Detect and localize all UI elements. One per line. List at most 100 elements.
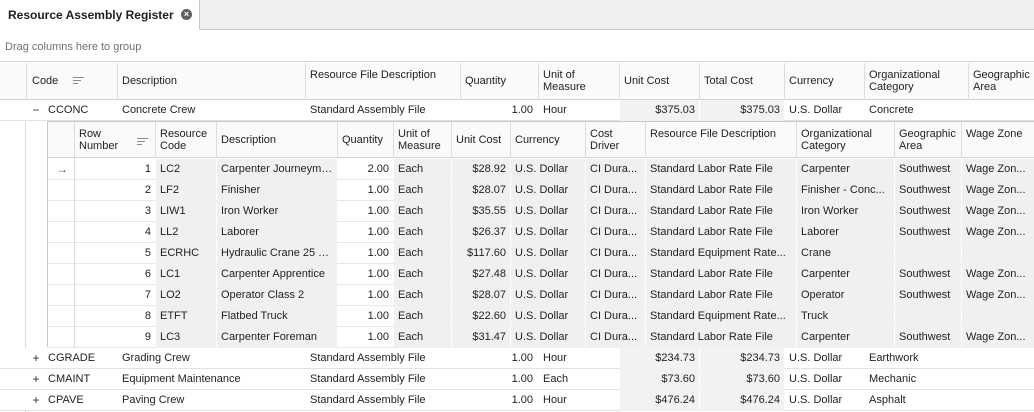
col-header-description[interactable]: Description	[217, 134, 337, 146]
tab-resource-assembly-register[interactable]: Resource Assembly Register ×	[0, 0, 200, 30]
col-header-code[interactable]: Code	[28, 75, 116, 87]
cell-quantity: 1.00	[367, 331, 389, 343]
col-header-geographic-area[interactable]: Geographic Area	[969, 69, 1034, 93]
table-row[interactable]: − CCONC Concrete Crew Standard Assembly …	[0, 100, 1034, 121]
cell-row-number: 9	[144, 331, 151, 343]
cell-geo	[969, 348, 1034, 369]
cell-resource-code: ETFT	[156, 306, 216, 327]
col-header-unit-cost[interactable]: Unit Cost	[452, 134, 510, 146]
cell-file: Standard Labor Rate File	[646, 159, 796, 180]
col-header-organizational-category[interactable]: Organizational Category	[865, 69, 965, 93]
cell-quantity: 1.00	[367, 205, 389, 217]
cell-wage-zone: Wage Zon...	[962, 159, 1034, 180]
col-header-currency[interactable]: Currency	[785, 75, 863, 87]
detail-grid-header: Row Number Resource Code Description Qua…	[48, 122, 1034, 158]
cell-unit-cost: $375.03	[620, 100, 699, 121]
cell-cost-driver: CI Dura...	[586, 285, 645, 306]
table-row[interactable]: 4 LL2 Laborer 1.00 Each $26.37 U.S. Doll…	[48, 222, 1034, 243]
cell-geo: Southwest	[895, 327, 961, 348]
cell-org: Crane	[797, 243, 894, 264]
cell-row-number: 8	[144, 310, 151, 322]
cell-quantity: 1.00	[367, 268, 389, 280]
col-header-quantity[interactable]: Quantity	[338, 134, 393, 146]
cell-wage-zone: Wage Zon...	[962, 285, 1034, 306]
expand-icon[interactable]: +	[30, 390, 42, 411]
cell-file: Standard Equipment Rate...	[646, 243, 796, 264]
col-header-total-cost[interactable]: Total Cost	[700, 75, 782, 87]
cell-row-number: 6	[144, 268, 151, 280]
cell-uom: Hour	[543, 352, 567, 364]
cell-description: Hydraulic Crane 25 Ton	[217, 243, 337, 264]
cell-row-number: 2	[144, 184, 151, 196]
table-row[interactable]: 7 LO2 Operator Class 2 1.00 Each $28.07 …	[48, 285, 1034, 306]
cell-unit-cost: $31.47	[452, 327, 510, 348]
expand-icon[interactable]: +	[30, 369, 42, 390]
col-header-description[interactable]: Description	[118, 75, 304, 87]
col-header-organizational-category[interactable]: Organizational Category	[797, 128, 895, 152]
cell-currency: U.S. Dollar	[511, 201, 585, 222]
col-header-quantity[interactable]: Quantity	[461, 75, 537, 87]
cell-currency: U.S. Dollar	[511, 243, 585, 264]
cell-org: Carpenter	[797, 159, 894, 180]
table-row[interactable]: → 1 LC2 Carpenter Journeyman 2.00 Each $…	[48, 159, 1034, 180]
cell-quantity: 1.00	[367, 289, 389, 301]
expand-icon[interactable]: +	[30, 348, 42, 369]
cell-wage-zone	[962, 306, 1034, 327]
collapse-icon[interactable]: −	[30, 100, 42, 121]
sort-icon[interactable]	[73, 77, 84, 86]
col-header-unit-cost[interactable]: Unit Cost	[620, 75, 698, 87]
table-row[interactable]: 8 ETFT Flatbed Truck 1.00 Each $22.60 U.…	[48, 306, 1034, 327]
cell-description: Iron Worker	[217, 201, 337, 222]
cell-description: Concrete Crew	[122, 104, 196, 116]
col-header-resource-file-description[interactable]: Resource File Description	[646, 128, 796, 140]
cell-currency: U.S. Dollar	[511, 222, 585, 243]
group-panel-hint: Drag columns here to group	[5, 41, 142, 53]
cell-unit-cost: $234.73	[620, 348, 699, 369]
cell-unit-cost: $28.07	[452, 285, 510, 306]
col-header-resource-code[interactable]: Resource Code	[156, 128, 216, 152]
table-row[interactable]: 3 LIW1 Iron Worker 1.00 Each $35.55 U.S.…	[48, 201, 1034, 222]
cell-resource-code: LL2	[156, 222, 216, 243]
col-header-resource-file-description[interactable]: Resource File Description	[306, 69, 456, 81]
cell-code: CCONC	[48, 104, 89, 116]
col-header-geographic-area[interactable]: Geographic Area	[895, 128, 961, 152]
cell-geo: Southwest	[895, 222, 961, 243]
table-row[interactable]: 2 LF2 Finisher 1.00 Each $28.07 U.S. Dol…	[48, 180, 1034, 201]
cell-currency: U.S. Dollar	[511, 306, 585, 327]
col-header-cost-driver[interactable]: Cost Driver	[586, 128, 644, 152]
cell-file: Standard Equipment Rate...	[646, 306, 796, 327]
col-header-row-number[interactable]: Row Number	[75, 128, 129, 152]
table-row[interactable]: + CMAINT Equipment Maintenance Standard …	[0, 369, 1034, 390]
col-header-unit-of-measure[interactable]: Unit of Measure	[394, 128, 450, 152]
close-icon[interactable]: ×	[181, 9, 192, 20]
cell-org: Laborer	[797, 222, 894, 243]
cell-uom: Each	[394, 243, 451, 264]
cell-wage-zone	[962, 243, 1034, 264]
cell-total-cost: $375.03	[700, 100, 784, 121]
cell-quantity: 1.00	[367, 247, 389, 259]
table-row[interactable]: + CPAVE Paving Crew Standard Assembly Fi…	[0, 390, 1034, 411]
col-header-unit-of-measure[interactable]: Unit of Measure	[539, 69, 599, 93]
cell-uom: Each	[394, 201, 451, 222]
table-row[interactable]: 6 LC1 Carpenter Apprentice 1.00 Each $27…	[48, 264, 1034, 285]
col-header-wage-zone[interactable]: Wage Zone	[962, 128, 1034, 140]
table-row[interactable]: + CGRADE Grading Crew Standard Assembly …	[0, 348, 1034, 369]
cell-quantity: 2.00	[367, 163, 389, 175]
cell-resource-code: ECRHC	[156, 243, 216, 264]
table-row[interactable]: 5 ECRHC Hydraulic Crane 25 Ton 1.00 Each…	[48, 243, 1034, 264]
cell-wage-zone: Wage Zon...	[962, 264, 1034, 285]
table-row[interactable]: 9 LC3 Carpenter Foreman 1.00 Each $31.47…	[48, 327, 1034, 348]
cell-code: CMAINT	[48, 373, 91, 385]
cell-unit-cost: $28.07	[452, 180, 510, 201]
cell-file: Standard Assembly File	[310, 352, 426, 364]
col-header-currency[interactable]: Currency	[511, 134, 584, 146]
cell-description: Flatbed Truck	[217, 306, 337, 327]
cell-uom: Each	[394, 159, 451, 180]
cell-cost-driver: CI Dura...	[586, 243, 645, 264]
cell-quantity: 1.00	[511, 352, 533, 364]
cell-row-number: 1	[144, 163, 151, 175]
group-panel[interactable]: Drag columns here to group	[0, 31, 1034, 62]
cell-org: Carpenter	[797, 264, 894, 285]
cell-geo: Southwest	[895, 159, 961, 180]
sort-icon[interactable]	[137, 138, 148, 147]
